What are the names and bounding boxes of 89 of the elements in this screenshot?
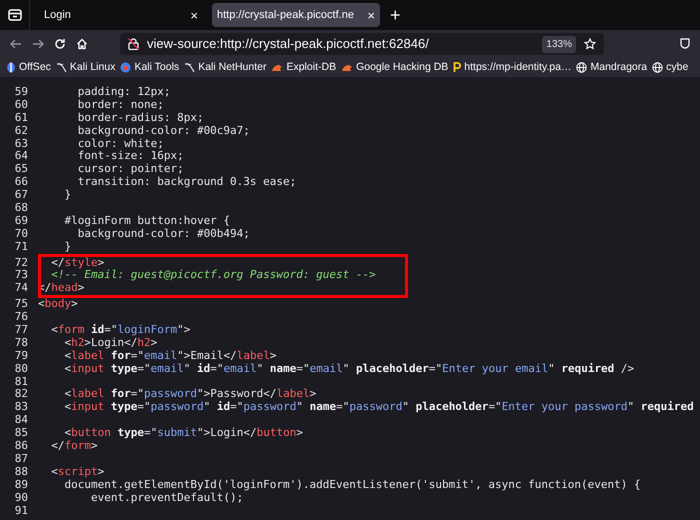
bookmark-link[interactable]: Kali Linux bbox=[70, 60, 116, 76]
source-line: <label for="password">Password</label> bbox=[63, 388, 316, 401]
bookmark-link[interactable]: OffSec bbox=[19, 60, 51, 76]
source-line: <!-- Email: guest@picoctf.org Password: guest --> bbox=[50, 269, 376, 282]
bookmark-link[interactable]: Google Hacking DB bbox=[356, 60, 448, 76]
line-number: 86 bbox=[14, 440, 29, 453]
source-line: color: white; bbox=[76, 138, 164, 150]
source-line: event.preventDefault(); bbox=[90, 492, 244, 504]
source-line: border-radius: 8px; bbox=[76, 112, 204, 125]
star-icon[interactable] bbox=[584, 38, 596, 50]
source-line: <input type="email" id="email" name="email" placeholder="Enter your email" required /> bbox=[63, 362, 634, 376]
line-number: 62 bbox=[14, 124, 29, 138]
line-number: 80 bbox=[14, 362, 29, 376]
line-number: 70 bbox=[14, 228, 29, 241]
source-line: <input type="password" id="password" name="password" placeholder="Enter your password" required bbox=[63, 401, 694, 414]
source-line: border: none; bbox=[76, 98, 164, 112]
line-number: 64 bbox=[14, 150, 29, 164]
bookmark-link[interactable]: Kali NetHunter bbox=[198, 60, 266, 76]
line-number: 74 bbox=[14, 282, 29, 296]
line-number: 68 bbox=[14, 202, 29, 215]
line-number: 88 bbox=[14, 466, 29, 479]
line-number: 91 bbox=[14, 504, 29, 518]
bookmark-link[interactable]: Exploit-DB bbox=[286, 60, 336, 76]
zoom-level[interactable]: 133% bbox=[542, 36, 576, 52]
line-number: 67 bbox=[14, 189, 29, 202]
source-line: <script> bbox=[50, 466, 104, 479]
source-line: <form id="loginForm"> bbox=[50, 324, 190, 337]
line-number: 61 bbox=[14, 112, 29, 125]
line-number: 72 bbox=[14, 256, 29, 270]
source-line: <button type="submit">Login</button> bbox=[63, 427, 303, 440]
source-line: background-color: #00c9a7; bbox=[76, 124, 250, 138]
line-number: 66 bbox=[14, 176, 29, 190]
line-number: 69 bbox=[14, 214, 29, 228]
source-line: document.getElementById('loginForm').addEventListener('submit', async function(event) { bbox=[63, 478, 641, 492]
forward-icon[interactable] bbox=[32, 38, 44, 50]
source-line: #loginForm button:hover { bbox=[63, 214, 230, 228]
browser-tab[interactable]: Login × bbox=[34, 3, 208, 27]
source-line: <h2>Login</h2> bbox=[63, 336, 158, 350]
line-number: 79 bbox=[14, 350, 29, 363]
close-tab-icon[interactable]: × bbox=[367, 8, 375, 22]
line-number: 85 bbox=[14, 427, 29, 440]
address-bar[interactable]: view-source:http://crystal-peak.picoctf.net:62846/ 133% bbox=[120, 33, 604, 55]
line-number: 76 bbox=[14, 311, 29, 324]
line-number: 78 bbox=[14, 336, 29, 350]
line-number: 65 bbox=[14, 163, 29, 176]
line-number: 89 bbox=[14, 478, 29, 492]
line-number: 84 bbox=[14, 414, 29, 428]
line-number: 87 bbox=[14, 452, 29, 466]
source-line: </style> bbox=[50, 256, 104, 270]
source-line: } bbox=[63, 240, 72, 254]
line-number: 81 bbox=[14, 376, 29, 388]
source-line: </form> bbox=[50, 440, 98, 453]
line-number: 59 bbox=[14, 86, 29, 99]
line-number: 63 bbox=[14, 138, 29, 150]
logo-icon bbox=[120, 62, 132, 73]
line-number: 60 bbox=[14, 98, 29, 112]
line-number: 83 bbox=[14, 401, 29, 414]
logo-icon bbox=[6, 62, 16, 73]
line-number: 75 bbox=[14, 298, 29, 312]
close-tab-icon[interactable]: × bbox=[190, 8, 198, 22]
source-line: <body> bbox=[37, 298, 78, 312]
reload-icon[interactable] bbox=[54, 38, 66, 50]
source-line: padding: 12px; bbox=[76, 86, 170, 99]
home-icon[interactable] bbox=[76, 38, 88, 50]
letter-icon bbox=[453, 62, 462, 73]
line-number: 77 bbox=[14, 324, 29, 337]
line-number: 73 bbox=[14, 269, 29, 282]
globe-icon bbox=[576, 62, 588, 73]
shield-icon[interactable] bbox=[680, 38, 690, 50]
source-line: } bbox=[63, 189, 72, 202]
url-text: view-source:http://crystal-peak.picoctf.net:62846/ bbox=[147, 35, 430, 54]
new-tab-icon[interactable]: + bbox=[390, 6, 401, 24]
source-line: font-size: 16px; bbox=[76, 150, 184, 164]
line-number: 82 bbox=[14, 388, 29, 402]
bookmark-link[interactable]: Mandragora bbox=[590, 60, 648, 76]
bookmark-link[interactable]: https://mp-identity.pa… bbox=[464, 60, 572, 76]
globe-icon bbox=[652, 62, 664, 73]
back-icon[interactable] bbox=[10, 38, 22, 50]
browser-tab[interactable]: http://crystal-peak.picoctf.ne × bbox=[212, 3, 380, 27]
bookmark-link[interactable]: Kali Tools bbox=[134, 60, 180, 76]
insecure-lock-icon bbox=[128, 38, 139, 50]
line-number: 90 bbox=[14, 492, 29, 504]
source-line: transition: background 0.3s ease; bbox=[76, 176, 296, 190]
source-line: cursor: pointer; bbox=[76, 163, 184, 176]
source-line: <label for="email">Email</label> bbox=[63, 350, 276, 363]
bookmark-link[interactable]: cybe bbox=[666, 60, 688, 76]
line-number: 71 bbox=[14, 240, 29, 254]
source-line: background-color: #00b494; bbox=[76, 228, 250, 241]
tab-list-icon[interactable] bbox=[8, 9, 22, 21]
